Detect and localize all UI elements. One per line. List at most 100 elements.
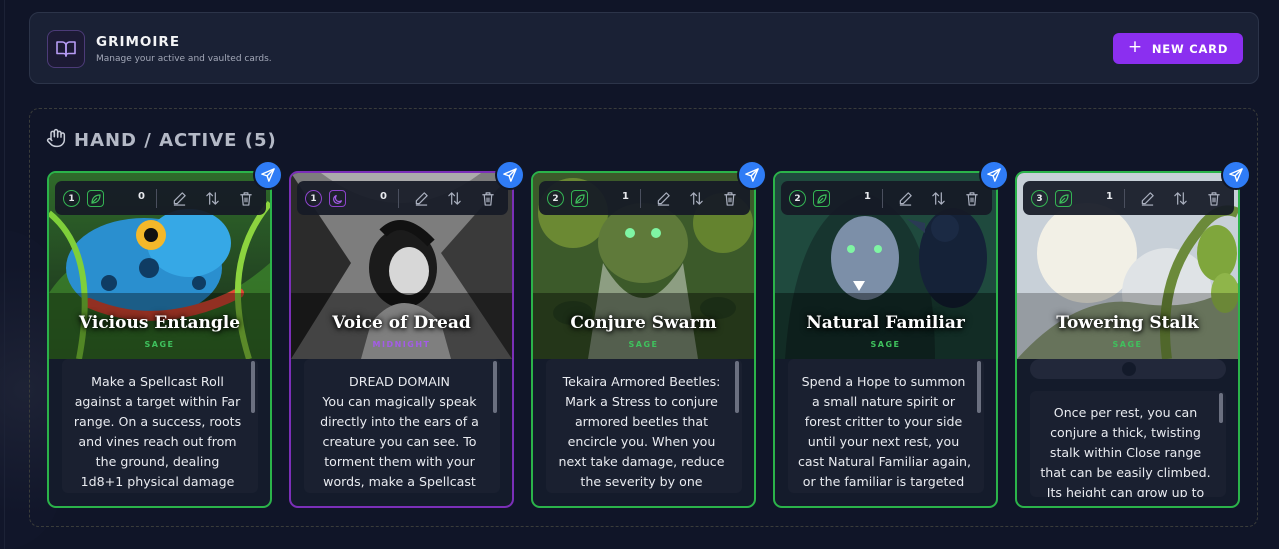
text-line: and vines reach out from bbox=[78, 434, 237, 449]
text-line: that can be easily climbed. bbox=[1040, 465, 1211, 480]
card-name: Voice of Dread bbox=[332, 313, 471, 333]
left-divider bbox=[4, 0, 5, 549]
edit-icon[interactable] bbox=[170, 189, 188, 207]
scrollbar[interactable] bbox=[1219, 393, 1223, 423]
recall-cost: 1 bbox=[1106, 191, 1113, 202]
send-card-button[interactable] bbox=[1221, 160, 1251, 190]
scrollbar[interactable] bbox=[735, 361, 739, 413]
card-description: Spend a Hope to summon a small nature sp… bbox=[788, 359, 984, 493]
text-line: conjure a thick, twisting bbox=[1050, 425, 1201, 440]
token-slot[interactable] bbox=[1122, 362, 1136, 376]
text-line: armored beetles that bbox=[574, 414, 709, 429]
text-line: directly into the ears of a bbox=[320, 414, 479, 429]
text-line: You can magically speak bbox=[322, 394, 477, 409]
card-domain: SAGE bbox=[870, 340, 901, 349]
text-line: a small nature spirit or bbox=[811, 394, 956, 409]
send-card-button[interactable] bbox=[253, 160, 283, 190]
text-line: 1d8+1 physical damage bbox=[80, 474, 235, 489]
card-vicious-entangle[interactable]: Vicious Entangle SAGE Make a Spellcast R… bbox=[47, 160, 283, 508]
edit-icon[interactable] bbox=[654, 189, 672, 207]
swap-icon[interactable] bbox=[929, 189, 947, 207]
leaf-icon bbox=[813, 190, 830, 207]
page-subtitle: Manage your active and vaulted cards. bbox=[96, 54, 272, 64]
card-name: Vicious Entangle bbox=[78, 313, 241, 333]
toolbar-divider bbox=[156, 189, 157, 208]
scrollbar[interactable] bbox=[493, 361, 497, 413]
text-line: Once per rest, you can bbox=[1053, 405, 1198, 420]
text-line: Tekaira Armored Beetles: bbox=[562, 374, 721, 389]
toolbar-divider bbox=[1124, 189, 1125, 208]
edit-icon[interactable] bbox=[412, 189, 430, 207]
new-card-label: NEW CARD bbox=[1151, 41, 1229, 56]
hand-icon bbox=[46, 128, 66, 153]
trash-icon[interactable] bbox=[237, 189, 255, 207]
trash-icon[interactable] bbox=[963, 189, 981, 207]
card-toolbar: 2 1 bbox=[781, 181, 992, 215]
moon-icon bbox=[329, 190, 346, 207]
text-line: until your next rest, you bbox=[807, 434, 960, 449]
card-name: Towering Stalk bbox=[1056, 313, 1199, 333]
token-slot-bar bbox=[1030, 359, 1226, 379]
text-line: Mark a Stress to conjure bbox=[565, 394, 718, 409]
text-line: stalk within Close range bbox=[1049, 445, 1202, 460]
card-description: Make a Spellcast Roll against a target w… bbox=[62, 359, 258, 493]
toolbar-divider bbox=[398, 189, 399, 208]
card-description: Tekaira Armored Beetles: Mark a Stress t… bbox=[546, 359, 742, 493]
card-conjure-swarm[interactable]: Conjure Swarm SAGE Tekaira Armored Beetl… bbox=[531, 160, 767, 508]
text-line: creature you can see. To bbox=[322, 434, 477, 449]
recall-cost: 1 bbox=[864, 191, 871, 202]
card-name: Natural Familiar bbox=[806, 313, 965, 333]
text-line: cast Natural Familiar again, bbox=[798, 454, 971, 469]
recall-cost: 1 bbox=[622, 191, 629, 202]
text-line: words, make a Spellcast bbox=[323, 474, 476, 489]
card-voice-of-dread[interactable]: Voice of Dread MIDNIGHT DREAD DOMAIN You… bbox=[289, 160, 525, 508]
trash-icon[interactable] bbox=[479, 189, 497, 207]
card-domain: SAGE bbox=[144, 340, 175, 349]
trash-icon[interactable] bbox=[721, 189, 739, 207]
new-card-button[interactable]: + NEW CARD bbox=[1113, 33, 1243, 64]
swap-icon[interactable] bbox=[203, 189, 221, 207]
text-line: forest critter to your side bbox=[804, 414, 963, 429]
level-badge: 1 bbox=[63, 190, 80, 207]
card-description: DREAD DOMAIN You can magically speak dir… bbox=[304, 359, 500, 493]
text-line: DREAD DOMAIN bbox=[349, 374, 450, 389]
page-title: GRIMOIRE bbox=[96, 34, 181, 50]
level-badge: 2 bbox=[547, 190, 564, 207]
text-line: next take damage, reduce bbox=[558, 454, 725, 469]
book-open-icon bbox=[47, 30, 85, 68]
text-line: range. On a success, roots bbox=[73, 414, 242, 429]
scrollbar[interactable] bbox=[977, 361, 981, 413]
text-line: against a target within Far bbox=[74, 394, 241, 409]
plus-icon: + bbox=[1127, 37, 1143, 57]
level-badge: 1 bbox=[305, 190, 322, 207]
swap-icon[interactable] bbox=[687, 189, 705, 207]
section-title: HAND / ACTIVE (5) bbox=[74, 130, 277, 151]
edit-icon[interactable] bbox=[1138, 189, 1156, 207]
send-card-button[interactable] bbox=[737, 160, 767, 190]
recall-cost: 0 bbox=[138, 191, 145, 202]
card-natural-familiar[interactable]: Natural Familiar SAGE Spend a Hope to su… bbox=[773, 160, 1009, 508]
toolbar-divider bbox=[882, 189, 883, 208]
swap-icon[interactable] bbox=[445, 189, 463, 207]
level-badge: 3 bbox=[1031, 190, 1048, 207]
leaf-icon bbox=[87, 190, 104, 207]
text-line: encircle you. When you bbox=[567, 434, 716, 449]
send-card-button[interactable] bbox=[495, 160, 525, 190]
text-line: Its height can grow up to bbox=[1046, 485, 1205, 497]
level-badge: 2 bbox=[789, 190, 806, 207]
swap-icon[interactable] bbox=[1171, 189, 1189, 207]
grimoire-header: GRIMOIRE Manage your active and vaulted … bbox=[29, 12, 1259, 84]
card-name: Conjure Swarm bbox=[570, 313, 717, 333]
card-toolbar: 1 0 bbox=[55, 181, 266, 215]
text-line: the ground, dealing bbox=[95, 454, 220, 469]
edit-icon[interactable] bbox=[896, 189, 914, 207]
text-line: torment them with your bbox=[324, 454, 475, 469]
trash-icon[interactable] bbox=[1205, 189, 1223, 207]
text-line: Spend a Hope to summon bbox=[801, 374, 966, 389]
scrollbar[interactable] bbox=[251, 361, 255, 413]
send-card-button[interactable] bbox=[979, 160, 1009, 190]
recall-cost: 0 bbox=[380, 191, 387, 202]
text-line: Make a Spellcast Roll bbox=[91, 374, 224, 389]
section-heading: HAND / ACTIVE (5) bbox=[46, 128, 277, 153]
card-towering-stalk[interactable]: Towering Stalk SAGE Once per rest, you c… bbox=[1015, 160, 1251, 508]
